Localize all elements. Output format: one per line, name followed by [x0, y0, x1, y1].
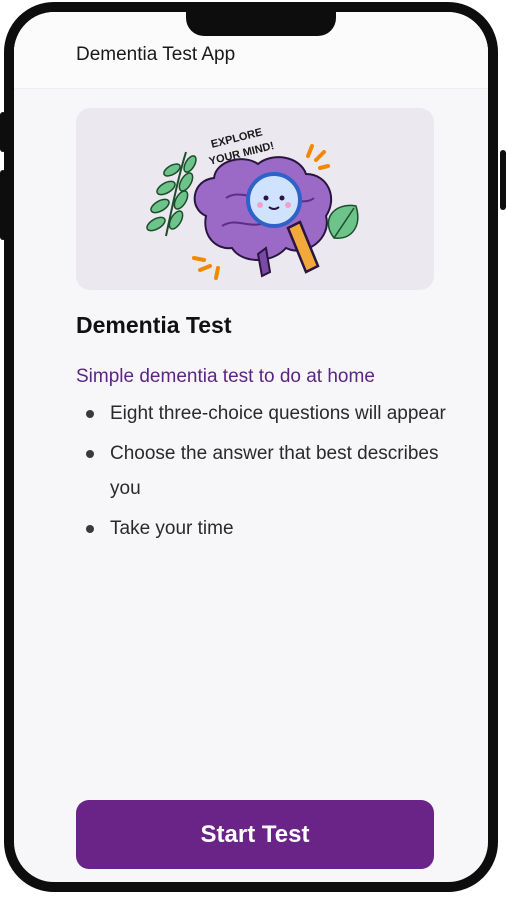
- list-item: Choose the answer that best describes yo…: [76, 436, 446, 506]
- instruction-list: Eight three-choice questions will appear…: [76, 396, 446, 551]
- brain-magnifier-illustration: EXPLORE YOUR MIND!: [146, 126, 359, 280]
- side-button-right: [500, 150, 506, 210]
- bullet-icon: [86, 450, 94, 458]
- leaf-icon: [327, 204, 359, 239]
- list-item: Eight three-choice questions will appear: [76, 396, 446, 431]
- app-title: Dementia Test App: [76, 44, 236, 65]
- list-item-text: Choose the answer that best describes yo…: [110, 443, 439, 499]
- phone-frame: Dementia Test App EXPLORE YOUR MIND! Dem…: [4, 2, 498, 892]
- bullet-icon: [86, 410, 94, 418]
- page-subtitle: Simple dementia test to do at home: [76, 366, 375, 387]
- page-title: Dementia Test: [76, 312, 232, 338]
- list-item-text: Take your time: [110, 518, 234, 539]
- list-item-text: Eight three-choice questions will appear: [110, 403, 446, 424]
- list-item: Take your time: [76, 511, 446, 546]
- fern-leaf-icon: [146, 151, 197, 237]
- hero-banner: EXPLORE YOUR MIND!: [76, 108, 434, 290]
- bullet-icon: [86, 525, 94, 533]
- phone-notch: [186, 12, 336, 36]
- start-test-button[interactable]: Start Test: [76, 800, 434, 869]
